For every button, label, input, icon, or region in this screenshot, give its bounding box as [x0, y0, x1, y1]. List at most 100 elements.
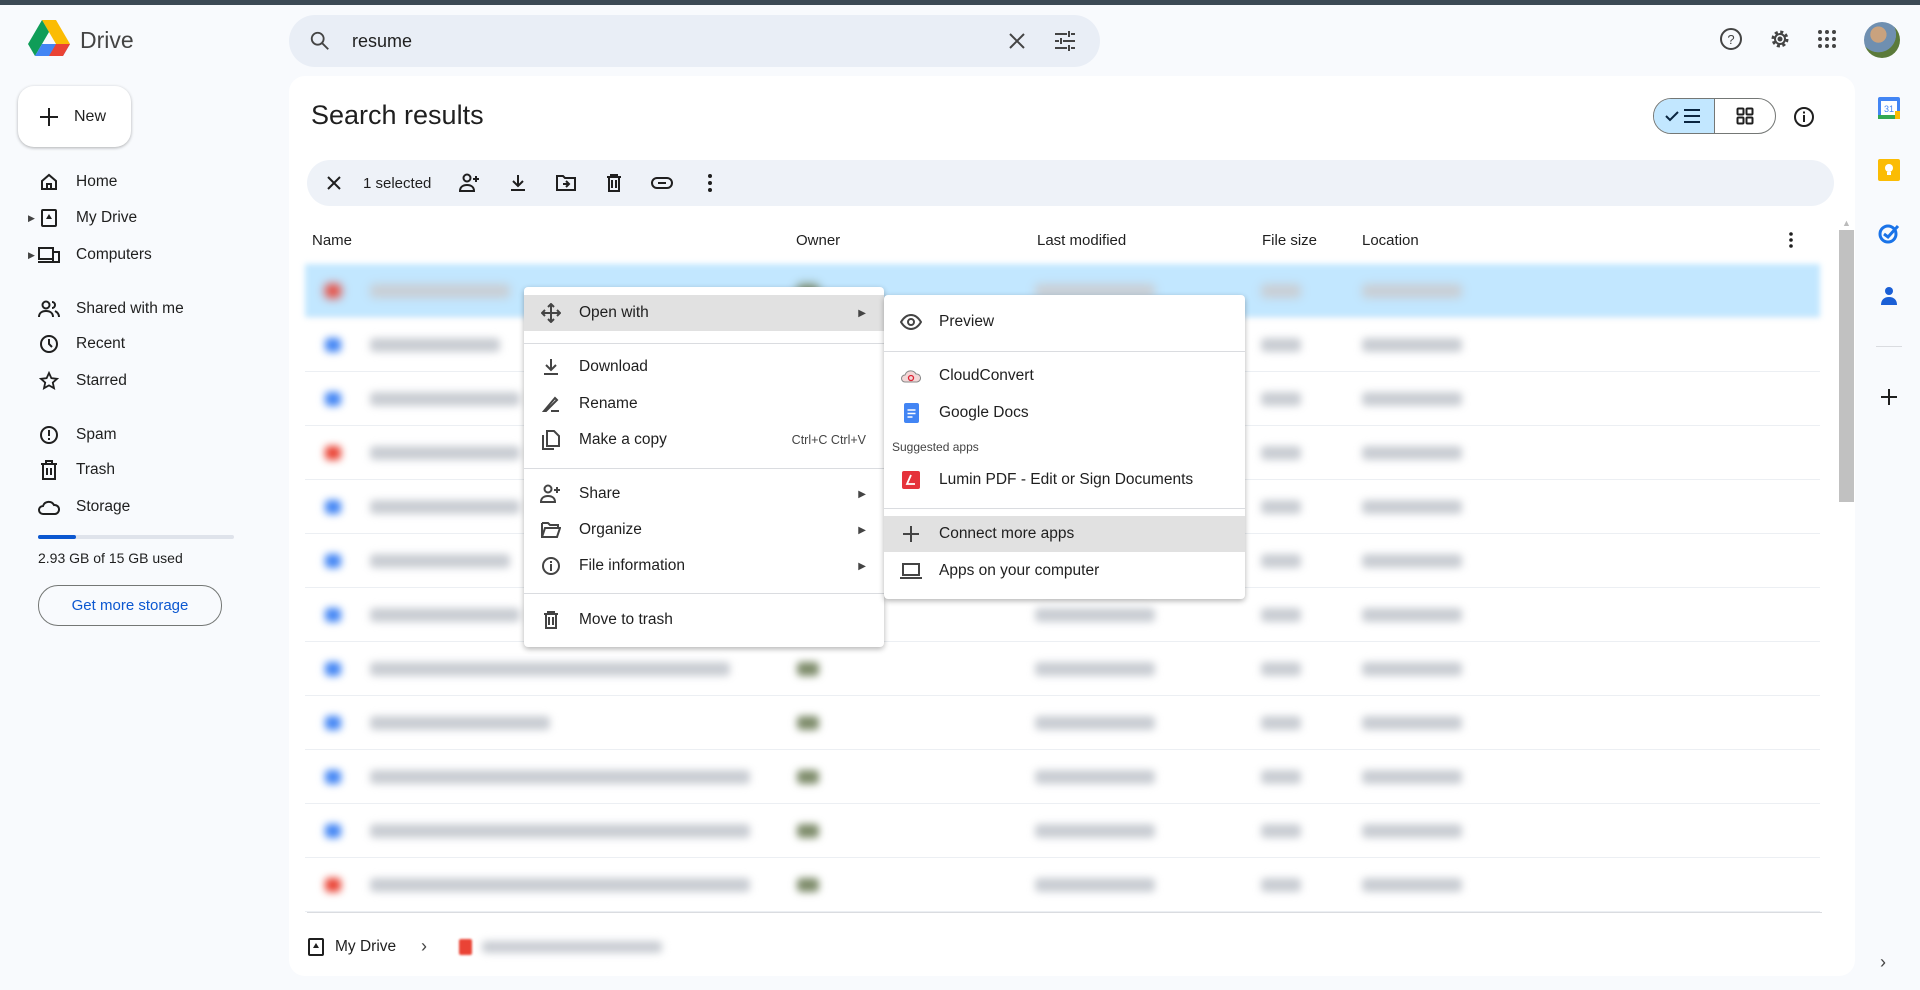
- file-type-icon: [325, 824, 341, 838]
- download-icon: [540, 356, 562, 378]
- copy-icon: [540, 429, 562, 451]
- sidebar-item-storage[interactable]: Storage: [0, 490, 280, 524]
- sidebar-item-home[interactable]: Home: [0, 165, 280, 199]
- expand-caret-icon[interactable]: ▶: [28, 213, 35, 224]
- clear-selection-icon[interactable]: [321, 170, 347, 196]
- owner-avatar-blurred: [797, 878, 819, 892]
- file-name-blurred: [370, 500, 520, 514]
- help-icon[interactable]: ?: [1718, 26, 1744, 52]
- sidebar-item-recent[interactable]: Recent: [0, 327, 280, 361]
- account-avatar[interactable]: [1864, 22, 1900, 58]
- menu-item-organize[interactable]: Organize ▶: [524, 512, 884, 548]
- details-info-icon[interactable]: [1791, 104, 1817, 130]
- submenu-arrow-icon: ▶: [858, 524, 866, 536]
- column-options-icon[interactable]: [1781, 230, 1801, 250]
- file-row[interactable]: [305, 696, 1820, 750]
- submenu-item-apps-on-your-computer[interactable]: Apps on your computer: [884, 553, 1245, 589]
- more-actions-icon[interactable]: [697, 170, 723, 196]
- tasks-icon[interactable]: [1875, 219, 1903, 247]
- file-name-blurred: [370, 770, 750, 784]
- keep-icon[interactable]: [1875, 156, 1903, 184]
- breadcrumb-file-name-blurred[interactable]: [482, 941, 662, 953]
- column-header-name[interactable]: Name: [312, 232, 352, 249]
- download-icon[interactable]: [505, 170, 531, 196]
- grid-view-button[interactable]: [1715, 99, 1775, 133]
- search-bar[interactable]: resume: [289, 15, 1100, 67]
- file-type-icon: [325, 500, 341, 514]
- list-view-button[interactable]: [1654, 99, 1715, 133]
- trash-icon[interactable]: [601, 170, 627, 196]
- expand-caret-icon[interactable]: ▶: [28, 250, 35, 261]
- svg-text:?: ?: [1727, 32, 1734, 47]
- clear-search-icon[interactable]: [1005, 29, 1029, 53]
- plus-icon: [40, 107, 58, 126]
- move-to-folder-icon[interactable]: [553, 170, 579, 196]
- computers-icon: [38, 244, 60, 266]
- file-type-icon: [325, 284, 341, 298]
- file-type-icon: [325, 338, 341, 352]
- menu-item-make-a-copy[interactable]: Make a copy Ctrl+C Ctrl+V: [524, 422, 884, 458]
- google-apps-icon[interactable]: [1814, 26, 1840, 52]
- get-add-ons-plus-icon[interactable]: [1875, 383, 1903, 411]
- column-header-location[interactable]: Location: [1362, 232, 1419, 249]
- submenu-item-connect-more-apps[interactable]: Connect more apps: [884, 516, 1245, 552]
- location-blurred: [1362, 392, 1462, 406]
- column-header-last-modified[interactable]: Last modified: [1037, 232, 1126, 249]
- breadcrumb-my-drive[interactable]: My Drive: [335, 938, 396, 956]
- calendar-icon[interactable]: 31: [1875, 94, 1903, 122]
- sidebar-item-label: Shared with me: [76, 300, 184, 317]
- submenu-item-google-docs[interactable]: Google Docs: [884, 395, 1245, 431]
- submenu-item-cloudconvert[interactable]: CloudConvert: [884, 358, 1245, 394]
- show-side-panel-chevron-icon[interactable]: ›: [1880, 952, 1886, 973]
- drive-logo[interactable]: [28, 20, 70, 63]
- file-type-icon: [325, 770, 341, 784]
- column-header-owner[interactable]: Owner: [796, 232, 840, 249]
- file-row[interactable]: [305, 804, 1820, 858]
- search-input[interactable]: resume: [352, 31, 412, 52]
- contacts-icon[interactable]: [1875, 282, 1903, 310]
- sidebar-item-trash[interactable]: Trash: [0, 453, 280, 487]
- search-options-icon[interactable]: [1053, 29, 1077, 53]
- sidebar-item-computers[interactable]: ▶ Computers: [0, 238, 280, 272]
- file-name-blurred: [370, 716, 550, 730]
- clock-icon: [38, 333, 60, 355]
- file-row[interactable]: [305, 642, 1820, 696]
- file-size-blurred: [1261, 662, 1301, 676]
- file-row[interactable]: [305, 750, 1820, 804]
- sidebar-item-starred[interactable]: Starred: [0, 364, 280, 398]
- menu-item-download[interactable]: Download: [524, 349, 884, 385]
- get-more-storage-button[interactable]: Get more storage: [38, 585, 222, 626]
- footer-divider: [307, 912, 1822, 913]
- menu-item-file-information[interactable]: File information ▶: [524, 548, 884, 584]
- file-type-icon: [325, 608, 341, 622]
- share-person-add-icon[interactable]: [457, 170, 483, 196]
- scrollbar-thumb[interactable]: [1839, 230, 1854, 502]
- file-name-blurred: [370, 608, 520, 622]
- settings-gear-icon[interactable]: [1767, 26, 1793, 52]
- new-button[interactable]: New: [18, 86, 131, 147]
- trash-icon: [540, 609, 562, 631]
- file-type-icon: [325, 716, 341, 730]
- menu-item-open-with[interactable]: Open with ▶: [524, 295, 884, 331]
- scroll-up-arrow[interactable]: ▲: [1839, 218, 1854, 228]
- sidebar-item-my-drive[interactable]: ▶ My Drive: [0, 201, 280, 235]
- laptop-icon: [900, 560, 922, 582]
- menu-item-label: Apps on your computer: [939, 562, 1100, 579]
- menu-item-label: Move to trash: [579, 611, 673, 628]
- menu-item-share[interactable]: Share ▶: [524, 476, 884, 512]
- file-type-icon: [325, 392, 341, 406]
- sidebar-item-shared-with-me[interactable]: Shared with me: [0, 292, 280, 326]
- column-header-file-size[interactable]: File size: [1262, 232, 1317, 249]
- submenu-item-preview[interactable]: Preview: [884, 304, 1245, 340]
- search-icon[interactable]: [307, 28, 333, 54]
- menu-divider: [884, 508, 1245, 509]
- sidebar-item-spam[interactable]: Spam: [0, 418, 280, 452]
- file-name-blurred: [370, 392, 520, 406]
- submenu-item-lumin-pdf[interactable]: Lumin PDF - Edit or Sign Documents: [884, 462, 1245, 498]
- sidebar-item-label: Starred: [76, 372, 127, 389]
- copy-link-icon[interactable]: [649, 170, 675, 196]
- view-toggle[interactable]: [1653, 98, 1776, 134]
- file-row[interactable]: [305, 858, 1820, 912]
- menu-item-rename[interactable]: Rename: [524, 386, 884, 422]
- menu-item-move-to-trash[interactable]: Move to trash: [524, 602, 884, 638]
